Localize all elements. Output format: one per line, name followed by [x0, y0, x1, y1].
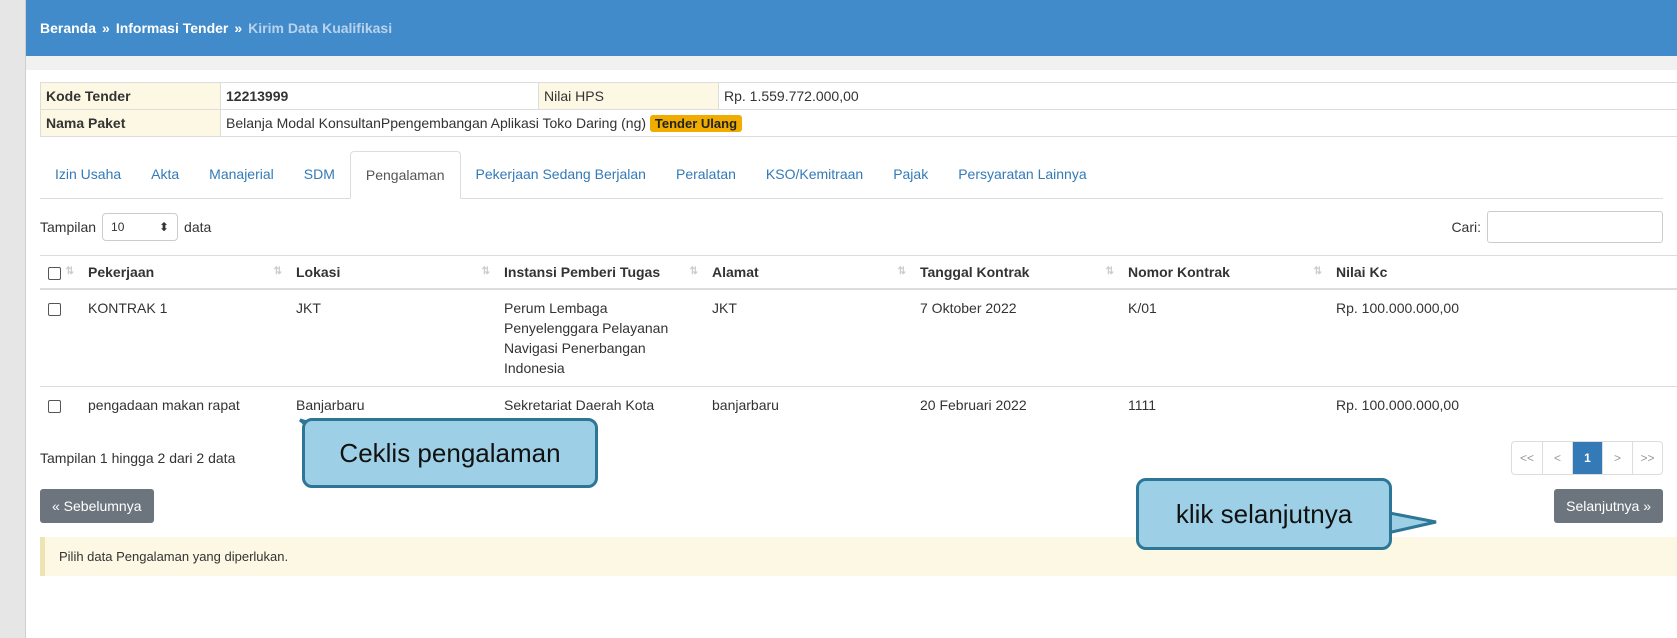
- pager-prev-button[interactable]: <: [1542, 442, 1572, 474]
- cell-tanggal: 20 Februari 2022: [912, 386, 1120, 423]
- column-header-label: Pekerjaan: [88, 264, 155, 280]
- column-header-label: Lokasi: [296, 264, 341, 280]
- pager-first-button[interactable]: <<: [1512, 442, 1542, 474]
- callout-checklist: Ceklis pengalaman: [302, 418, 598, 488]
- tab-akta[interactable]: Akta: [136, 151, 194, 198]
- column-header[interactable]: Instansi Pemberi Tugas ⇅: [496, 255, 704, 290]
- callout-checklist-text: Ceklis pengalaman: [339, 437, 561, 468]
- sort-icon: ⇅: [897, 266, 906, 277]
- breadcrumb-home[interactable]: Beranda: [40, 20, 96, 36]
- nilai-hps-value: Rp. 1.559.772.000,00: [718, 82, 1677, 110]
- kode-tender-value: 12213999: [220, 82, 539, 110]
- sort-icon: ⇅: [689, 266, 698, 277]
- sort-icon: ⇅: [1313, 266, 1322, 277]
- cell-alamat: banjarbaru: [704, 386, 912, 423]
- cell-lokasi: JKT: [288, 288, 496, 387]
- column-header-label: Nilai Kc: [1336, 264, 1388, 280]
- cell-tanggal: 7 Oktober 2022: [912, 288, 1120, 387]
- pager-page-1[interactable]: 1: [1572, 442, 1602, 474]
- tab-manajerial[interactable]: Manajerial: [194, 151, 289, 198]
- pager-last-button[interactable]: >>: [1632, 442, 1662, 474]
- sort-icon: ⇅: [1105, 266, 1114, 277]
- table-controls: Tampilan 10 ⬍ data Cari:: [40, 211, 1663, 243]
- page-length-control: Tampilan 10 ⬍ data: [40, 213, 211, 241]
- tender-info-row: Nama Paket Belanja Modal KonsultanPpenge…: [40, 109, 1677, 137]
- cell-nomor: 1111: [1120, 386, 1328, 423]
- breadcrumb-current: Kirim Data Kualifikasi: [248, 20, 393, 36]
- tab-persyaratan-lainnya[interactable]: Persyaratan Lainnya: [943, 151, 1101, 198]
- sort-icon: ⇅: [273, 266, 282, 277]
- column-header[interactable]: Lokasi ⇅: [288, 255, 496, 290]
- sort-icon: ⇅: [65, 266, 74, 277]
- tender-ulang-badge: Tender Ulang: [649, 115, 743, 132]
- tab-kso-kemitraan[interactable]: KSO/Kemitraan: [751, 151, 878, 198]
- row-checkbox[interactable]: [48, 302, 61, 316]
- tab-peralatan[interactable]: Peralatan: [661, 151, 751, 198]
- tab-pekerjaan-sedang-berjalan[interactable]: Pekerjaan Sedang Berjalan: [461, 151, 661, 198]
- nama-paket-value: Belanja Modal KonsultanPpengembangan Apl…: [226, 115, 647, 131]
- next-button[interactable]: Selanjutnya »: [1554, 489, 1663, 523]
- select-arrows-icon: ⬍: [158, 220, 170, 234]
- tender-info-table: Kode Tender 12213999 Nilai HPS Rp. 1.559…: [40, 82, 1677, 137]
- pengalaman-table: ⇅ Pekerjaan ⇅ Lokasi ⇅ Instansi Pemberi Tu…: [40, 255, 1677, 423]
- tab-pengalaman[interactable]: Pengalaman: [349, 151, 461, 199]
- search-label: Cari:: [1451, 219, 1481, 235]
- breadcrumb-separator: »: [234, 20, 243, 36]
- column-header-label: Alamat: [712, 264, 759, 280]
- previous-button[interactable]: « Sebelumnya: [40, 489, 154, 523]
- column-header[interactable]: Pekerjaan ⇅: [80, 255, 288, 290]
- cell-nilai: Rp. 100.000.000,00: [1328, 288, 1677, 387]
- page-length-select[interactable]: 10 ⬍: [102, 213, 179, 241]
- search-input[interactable]: [1487, 211, 1663, 243]
- table-header-row: ⇅ Pekerjaan ⇅ Lokasi ⇅ Instansi Pemberi Tu…: [40, 255, 1677, 290]
- column-header-label: Instansi Pemberi Tugas: [504, 264, 661, 280]
- select-all-header: ⇅: [40, 255, 80, 290]
- row-select-cell: [40, 386, 80, 423]
- callout-next-text: klik selanjutnya: [1175, 498, 1353, 529]
- pager-next-button[interactable]: >: [1602, 442, 1632, 474]
- breadcrumb-section[interactable]: Informasi Tender: [116, 20, 229, 36]
- column-header[interactable]: Tanggal Kontrak ⇅: [912, 255, 1120, 290]
- table-row: KONTRAK 1 JKT Perum Lembaga Penyelenggar…: [40, 288, 1677, 387]
- row-select-cell: [40, 288, 80, 387]
- cell-nilai: Rp. 100.000.000,00: [1328, 386, 1677, 423]
- qualification-tabs: Izin Usaha Akta Manajerial SDM Pengalama…: [40, 151, 1663, 199]
- sort-icon: ⇅: [481, 266, 490, 277]
- column-header-label: Nomor Kontrak: [1128, 264, 1230, 280]
- tab-izin-usaha[interactable]: Izin Usaha: [40, 151, 136, 198]
- column-header[interactable]: Alamat ⇅: [704, 255, 912, 290]
- table-info-text: Tampilan 1 hingga 2 dari 2 data: [40, 450, 236, 466]
- callout-next: klik selanjutnya: [1136, 478, 1392, 550]
- cell-pekerjaan: pengadaan makan rapat: [80, 386, 288, 423]
- search-control: Cari:: [1451, 211, 1663, 243]
- cell-pekerjaan: KONTRAK 1: [80, 288, 288, 387]
- tender-info-row: Kode Tender 12213999 Nilai HPS Rp. 1.559…: [40, 82, 1677, 110]
- cell-alamat: JKT: [704, 288, 912, 387]
- page-length-value: 10: [111, 220, 125, 234]
- breadcrumb: Beranda » Informasi Tender » Kirim Data …: [26, 0, 1677, 56]
- tab-pajak[interactable]: Pajak: [878, 151, 943, 198]
- tab-sdm[interactable]: SDM: [289, 151, 350, 198]
- kode-tender-label: Kode Tender: [40, 82, 221, 110]
- nama-paket-label: Nama Paket: [40, 109, 221, 137]
- column-header-label: Tanggal Kontrak: [920, 264, 1030, 280]
- page-length-prefix: Tampilan: [40, 219, 97, 235]
- cell-nomor: K/01: [1120, 288, 1328, 387]
- column-header[interactable]: Nomor Kontrak ⇅: [1120, 255, 1328, 290]
- cell-instansi: Perum Lembaga Penyelenggara Pelayanan Na…: [496, 288, 704, 387]
- select-all-checkbox[interactable]: [48, 266, 61, 280]
- breadcrumb-separator: »: [102, 20, 110, 36]
- page-length-suffix: data: [184, 219, 212, 235]
- nilai-hps-label: Nilai HPS: [538, 82, 719, 110]
- nama-paket-cell: Belanja Modal KonsultanPpengembangan Apl…: [220, 109, 1677, 137]
- header-gap: [26, 56, 1677, 70]
- window-frame-left: [0, 0, 26, 638]
- column-header[interactable]: Nilai Kc: [1328, 255, 1677, 290]
- row-checkbox[interactable]: [48, 399, 61, 413]
- app-container: Beranda » Informasi Tender » Kirim Data …: [26, 0, 1677, 638]
- pagination: << < 1 > >>: [1511, 441, 1663, 475]
